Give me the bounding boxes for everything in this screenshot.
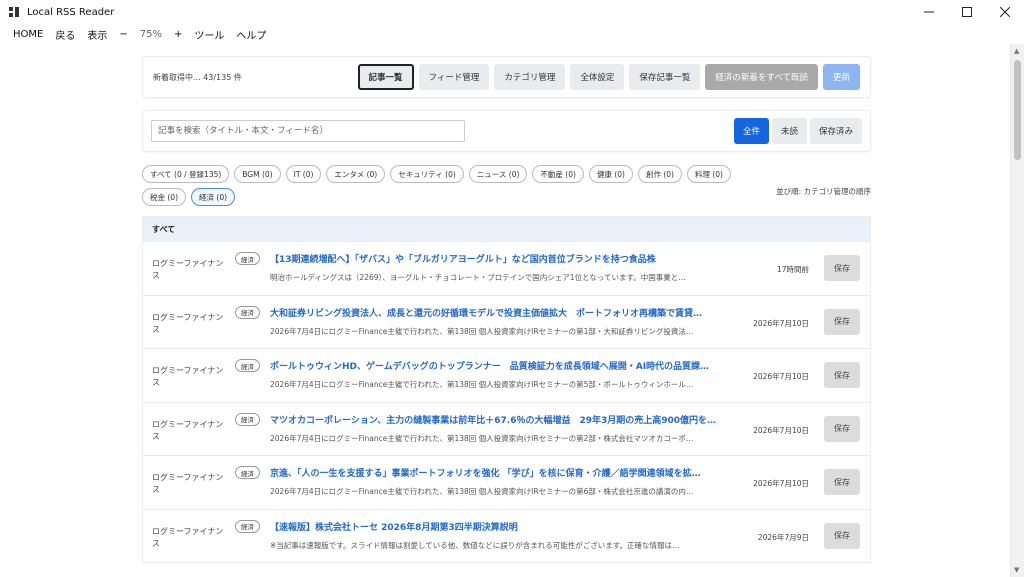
article-row[interactable]: ログミーファイナンス 経済 マツオカコーポレーション、主力の縫製事業は前年比＋6…	[143, 401, 870, 456]
sort-order-label: 並び順: カテゴリ管理の順序	[776, 187, 871, 196]
article-title-link[interactable]: ポールトゥウィンHD、ゲームデバッグのトップランナー 品質検証力を成長領域へ展開…	[270, 359, 740, 372]
window-title: Local RSS Reader	[27, 6, 115, 18]
article-date: 17時間前	[776, 265, 809, 274]
article-source: ログミーファイナンス	[152, 259, 224, 280]
filter-all-button[interactable]: 全件	[733, 118, 769, 144]
article-category-badge: 経済	[235, 252, 260, 265]
minimize-icon[interactable]	[910, 0, 948, 24]
menu-view[interactable]: 表示	[81, 27, 113, 42]
article-category-badge: 経済	[235, 305, 260, 319]
article-summary: 2026年7月4日にログミーFinance主催で行われた、第138回 個人投資家…	[270, 326, 694, 336]
article-row[interactable]: ログミーファイナンス 経済 【13期連続増配へ】「ザバス」や「ブルガリアヨーグル…	[143, 241, 870, 295]
menu-help[interactable]: ヘルプ	[230, 27, 272, 42]
feed-manage-button[interactable]: フィード管理	[418, 64, 490, 90]
category-chip-tax[interactable]: 税金 (0)	[142, 188, 187, 206]
article-date: 2026年7月10日	[753, 372, 809, 381]
save-button[interactable]: 保存	[824, 469, 860, 495]
category-chip-bgm[interactable]: BGM (0)	[234, 165, 281, 183]
article-title-link[interactable]: 大和証券リビング投資法人、成長と還元の好循環モデルで投資主価値拡大 ポートフォリ…	[270, 306, 740, 319]
category-chip-economy[interactable]: 経済 (0)	[191, 188, 236, 206]
search-bar: 全件 未読 保存済み	[142, 110, 871, 152]
save-button[interactable]: 保存	[824, 255, 860, 281]
article-row[interactable]: ログミーファイナンス 経済 【速報版】株式会社トーセ 2026年8月期第3四半期…	[143, 508, 870, 563]
category-chip-security[interactable]: セキュリティ (0)	[390, 165, 464, 183]
menu-home[interactable]: HOME	[0, 29, 49, 40]
menu-bar: HOME 戻る 表示 − 75% + ツール ヘルプ	[0, 24, 1024, 44]
maximize-icon[interactable]	[948, 0, 986, 24]
read-filter-group: 全件 未読 保存済み	[733, 118, 862, 144]
search-input[interactable]	[151, 120, 465, 142]
filter-unread-button[interactable]: 未読	[771, 118, 807, 144]
article-summary: 2026年7月4日にログミーFinance主催で行われた、第138回 個人投資家…	[270, 487, 694, 496]
article-summary: 2026年7月4日にログミーFinance主催で行われた、第138回 個人投資家…	[270, 433, 694, 443]
article-date: 2026年7月10日	[753, 479, 809, 488]
save-button[interactable]: 保存	[824, 522, 860, 549]
category-chip-creative[interactable]: 創作 (0)	[637, 165, 682, 183]
category-chip-health[interactable]: 健康 (0)	[588, 165, 633, 183]
window-controls	[910, 0, 1024, 24]
category-chip-news[interactable]: ニュース (0)	[468, 165, 528, 183]
list-header: すべて	[143, 217, 870, 241]
save-button[interactable]: 保存	[824, 308, 860, 335]
article-list: すべて ログミーファイナンス 経済 【13期連続増配へ】「ザバス」や「ブルガリア…	[142, 216, 871, 563]
menu-zoom-level: 75%	[139, 28, 162, 40]
article-row[interactable]: ログミーファイナンス 経済 京進、「人の一生を支援する」事業ポートフォリオを強化…	[143, 455, 870, 509]
article-row[interactable]: ログミーファイナンス 経済 大和証券リビング投資法人、成長と還元の好循環モデルで…	[143, 294, 870, 349]
close-icon[interactable]	[986, 0, 1024, 24]
category-chips: すべて (0 / 登録135) BGM (0) IT (0) エンタメ (0) …	[142, 165, 757, 206]
article-source: ログミーファイナンス	[152, 366, 224, 387]
article-category-badge: 経済	[235, 466, 260, 479]
category-manage-button[interactable]: カテゴリ管理	[494, 64, 566, 90]
article-date: 2026年7月9日	[757, 532, 809, 542]
menu-back[interactable]: 戻る	[49, 27, 81, 42]
nav-buttons: 記事一覧 フィード管理 カテゴリ管理 全体設定 保存記事一覧 経済の新着をすべて…	[357, 64, 860, 90]
article-summary: 明治ホールディングスは（2269）、ヨーグルト・チョコレート・プロテインで国内シ…	[270, 273, 686, 282]
toolbar: 新着取得中... 43/135 件 記事一覧 フィード管理 カテゴリ管理 全体設…	[142, 56, 871, 98]
settings-button[interactable]: 全体設定	[570, 64, 625, 90]
save-button[interactable]: 保存	[824, 415, 860, 442]
menu-zoom-out[interactable]: −	[113, 29, 133, 40]
main-content: 新着取得中... 43/135 件 記事一覧 フィード管理 カテゴリ管理 全体設…	[142, 56, 871, 563]
article-row[interactable]: ログミーファイナンス 経済 ポールトゥウィンHD、ゲームデバッグのトップランナー…	[143, 348, 870, 402]
category-chip-it[interactable]: IT (0)	[285, 165, 322, 183]
article-category-badge: 経済	[235, 359, 260, 372]
category-chip-entertainment[interactable]: エンタメ (0)	[326, 165, 386, 183]
menu-zoom-in[interactable]: +	[168, 29, 188, 40]
mark-all-read-button[interactable]: 経済の新着をすべて既読	[705, 64, 818, 90]
article-title-link[interactable]: 【13期連続増配へ】「ザバス」や「ブルガリアヨーグルト」など国内首位ブランドを持…	[270, 252, 740, 265]
menu-tools[interactable]: ツール	[188, 27, 230, 42]
scroll-thumb[interactable]	[1014, 60, 1021, 160]
app-grid-icon	[9, 7, 19, 17]
article-summary: ※当記事は速報版です。スライド情報は割愛している他、数値などに誤りが含まれる可能…	[270, 540, 680, 550]
articles-button[interactable]: 記事一覧	[357, 64, 414, 90]
category-chip-all[interactable]: すべて (0 / 登録135)	[142, 165, 230, 183]
save-button[interactable]: 保存	[824, 362, 860, 388]
article-date: 2026年7月10日	[753, 318, 809, 328]
scroll-up-icon[interactable]: ▲	[1014, 47, 1019, 55]
article-title-link[interactable]: 京進、「人の一生を支援する」事業ポートフォリオを強化 「学び」を核に保育・介護／…	[270, 466, 740, 479]
refresh-button[interactable]: 更新	[822, 64, 860, 90]
saved-articles-button[interactable]: 保存記事一覧	[629, 64, 701, 90]
filter-saved-button[interactable]: 保存済み	[809, 118, 862, 144]
article-title-link[interactable]: 【速報版】株式会社トーセ 2026年8月期第3四半期決算説明	[270, 520, 740, 533]
category-chip-cooking[interactable]: 料理 (0)	[686, 165, 731, 183]
category-chip-real-estate[interactable]: 不動産 (0)	[532, 165, 584, 183]
title-bar: Local RSS Reader	[0, 0, 1024, 24]
category-filter: すべて (0 / 登録135) BGM (0) IT (0) エンタメ (0) …	[142, 165, 871, 209]
article-source: ログミーファイナンス	[152, 473, 224, 494]
article-summary: 2026年7月4日にログミーFinance主催で行われた、第138回 個人投資家…	[270, 380, 694, 389]
scroll-down-icon[interactable]: ▼	[1014, 566, 1019, 574]
article-source: ログミーファイナンス	[152, 419, 224, 441]
article-date: 2026年7月10日	[753, 425, 809, 435]
article-category-badge: 経済	[235, 412, 260, 426]
article-title-link[interactable]: マツオカコーポレーション、主力の縫製事業は前年比＋67.6％の大幅増益 29年3…	[270, 413, 740, 426]
article-category-badge: 経済	[235, 519, 260, 533]
article-source: ログミーファイナンス	[152, 526, 224, 548]
vertical-scrollbar[interactable]: ▲ ▼	[1010, 44, 1024, 577]
article-source: ログミーファイナンス	[152, 312, 224, 334]
fetch-status: 新着取得中... 43/135 件	[153, 72, 242, 82]
